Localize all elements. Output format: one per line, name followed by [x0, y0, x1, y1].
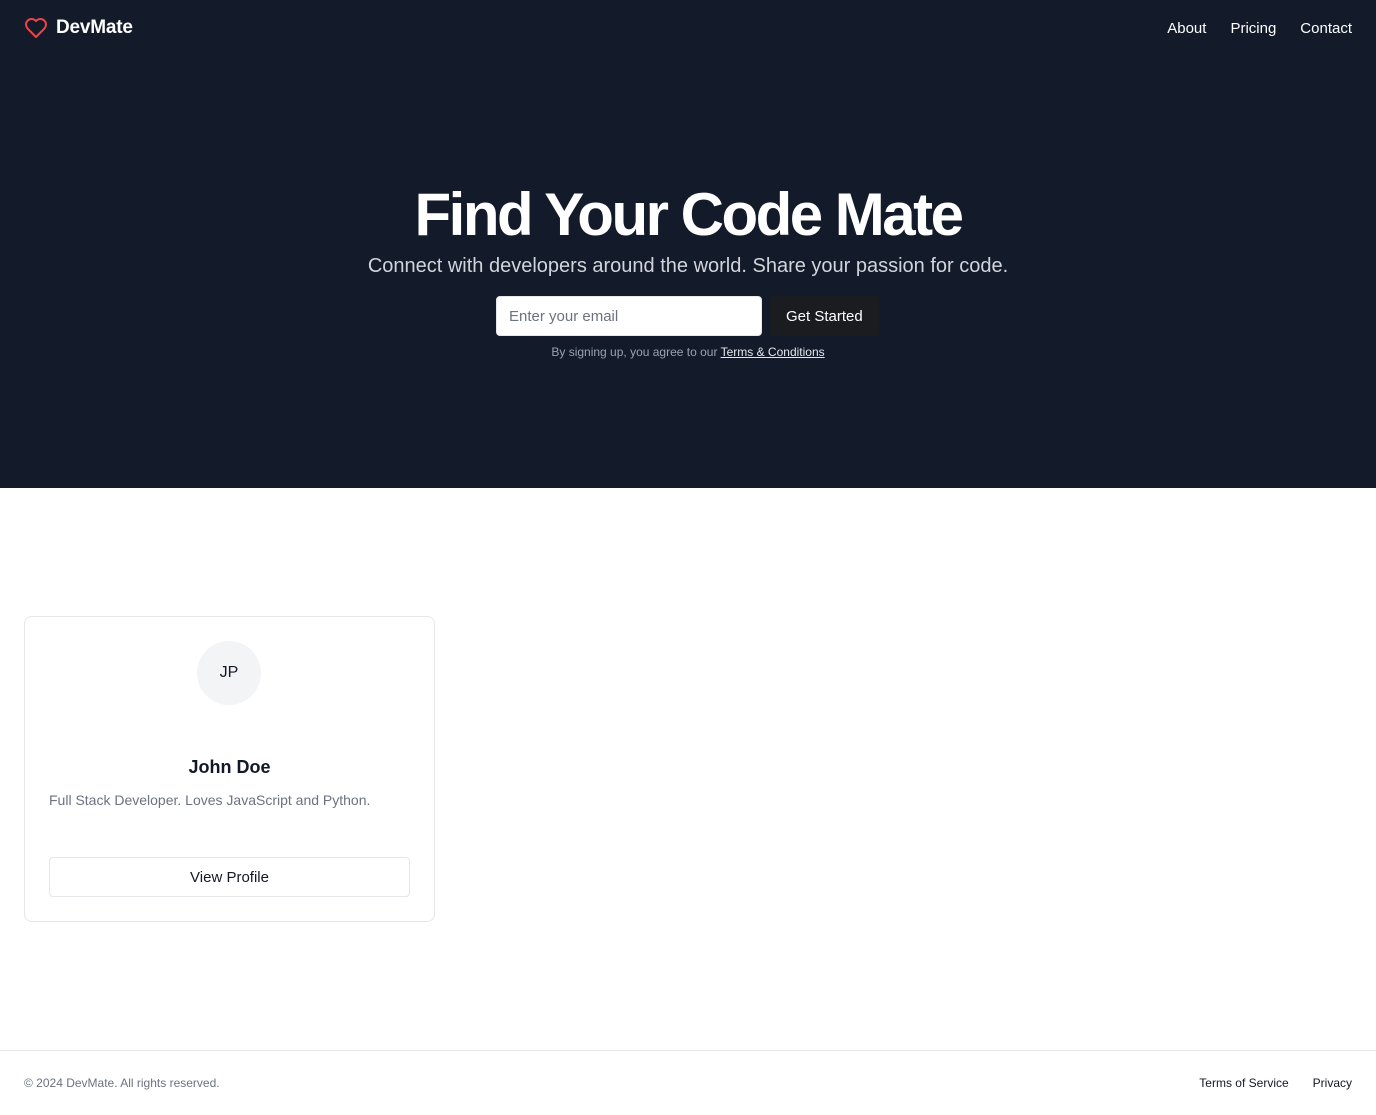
legal-text: By signing up, you agree to our — [551, 345, 718, 359]
footer-links: Terms of Service Privacy — [1199, 1076, 1352, 1090]
profile-name: John Doe — [188, 757, 271, 777]
avatar: JP — [197, 641, 261, 705]
nav-link-about[interactable]: About — [1167, 20, 1206, 37]
hero-subtitle: Connect with developers around the world… — [367, 255, 1009, 277]
terms-link[interactable]: Terms & Conditions — [721, 345, 825, 359]
profile-card: JP John Doe Full Stack Developer. Loves … — [24, 616, 435, 922]
get-started-button[interactable]: Get Started — [770, 296, 879, 336]
brand-logo[interactable]: DevMate — [24, 16, 133, 40]
nav-link-contact[interactable]: Contact — [1300, 20, 1352, 37]
nav-links: About Pricing Contact — [1167, 20, 1352, 37]
signup-form: Get Started — [496, 296, 879, 336]
copyright-text: © 2024 DevMate. All rights reserved. — [24, 1076, 220, 1090]
avatar-initials: JP — [219, 664, 239, 681]
footer-link-terms[interactable]: Terms of Service — [1199, 1076, 1288, 1090]
signup-legal-note: By signing up, you agree to our Terms & … — [0, 344, 1376, 360]
email-input[interactable] — [496, 296, 762, 336]
hero-title: Find Your Code Mate — [414, 181, 964, 248]
footer-link-privacy[interactable]: Privacy — [1313, 1076, 1352, 1090]
view-profile-button[interactable]: View Profile — [49, 857, 410, 897]
heart-icon — [25, 18, 47, 38]
footer: © 2024 DevMate. All rights reserved. Ter… — [0, 1050, 1376, 1115]
profile-bio: Full Stack Developer. Loves JavaScript a… — [49, 792, 371, 808]
hero-section: DevMate About Pricing Contact Find Your … — [0, 0, 1376, 488]
brand-name: DevMate — [56, 17, 133, 38]
nav-link-pricing[interactable]: Pricing — [1230, 20, 1276, 37]
top-nav: DevMate About Pricing Contact — [0, 0, 1376, 56]
